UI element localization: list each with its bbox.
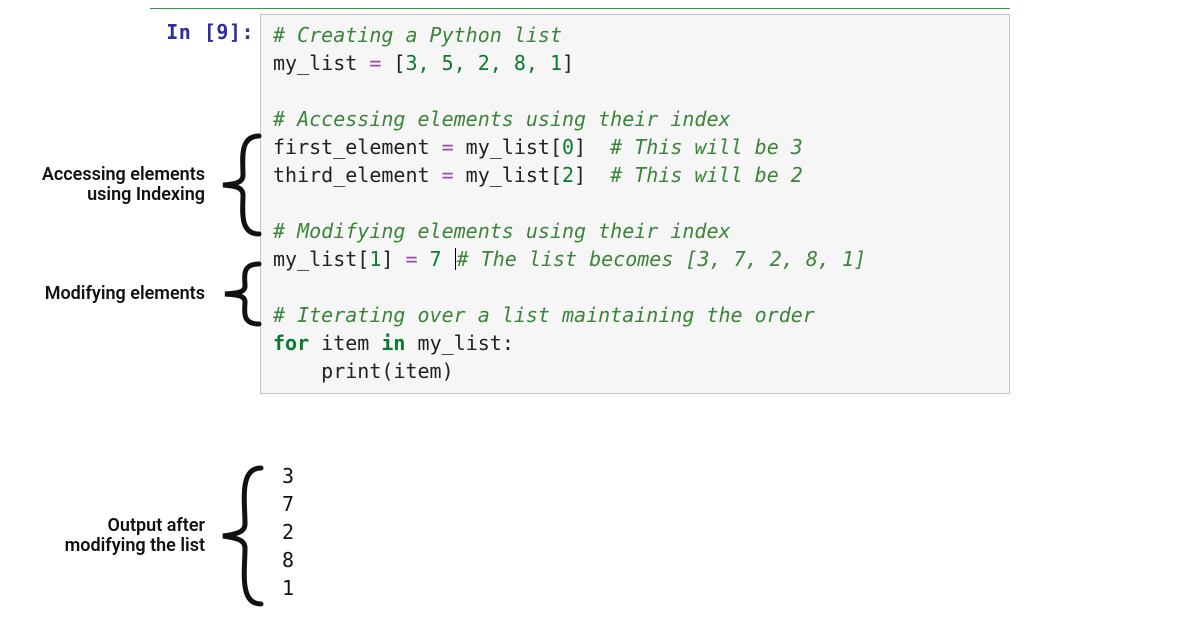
code-line: third_element = my_list[2] # This will b…	[273, 161, 997, 189]
code-line: my_list[1] = 7 # The list becomes [3, 7,…	[273, 245, 997, 273]
cell-output: 3 7 2 8 1	[282, 462, 294, 602]
code-line: # Modifying elements using their index	[273, 217, 997, 245]
input-prompt-label: In [9]:	[166, 20, 254, 44]
notebook-cell: In [9]: # Creating a Python list my_list…	[150, 14, 1010, 394]
annotation-label: Modifying elements	[25, 284, 205, 304]
annotation-label: Output after modifying the list	[40, 516, 205, 556]
annotation-indexing: Accessing elements using Indexing	[10, 130, 267, 240]
output-line: 2	[282, 518, 294, 546]
code-line: # Accessing elements using their index	[273, 105, 997, 133]
text-cursor	[455, 248, 456, 270]
output-line: 1	[282, 574, 294, 602]
code-line: for item in my_list:	[273, 329, 997, 357]
output-line: 8	[282, 546, 294, 574]
code-line: my_list = [3, 5, 2, 8, 1]	[273, 49, 997, 77]
annotation-output: Output after modifying the list	[40, 462, 271, 610]
code-line: # Creating a Python list	[273, 21, 997, 49]
annotation-label: Accessing elements using Indexing	[10, 165, 205, 205]
cell-top-border	[150, 8, 1010, 9]
blank-line	[273, 273, 997, 301]
blank-line	[273, 77, 997, 105]
brace-icon	[209, 462, 271, 610]
code-line: print(item)	[273, 357, 997, 385]
blank-line	[273, 189, 997, 217]
code-line: first_element = my_list[0] # This will b…	[273, 133, 997, 161]
code-line: # Iterating over a list maintaining the …	[273, 301, 997, 329]
annotation-modifying: Modifying elements	[25, 258, 267, 330]
brace-icon	[209, 258, 267, 330]
code-input-area[interactable]: # Creating a Python list my_list = [3, 5…	[260, 14, 1010, 394]
brace-icon	[209, 130, 267, 240]
output-line: 3	[282, 462, 294, 490]
output-line: 7	[282, 490, 294, 518]
